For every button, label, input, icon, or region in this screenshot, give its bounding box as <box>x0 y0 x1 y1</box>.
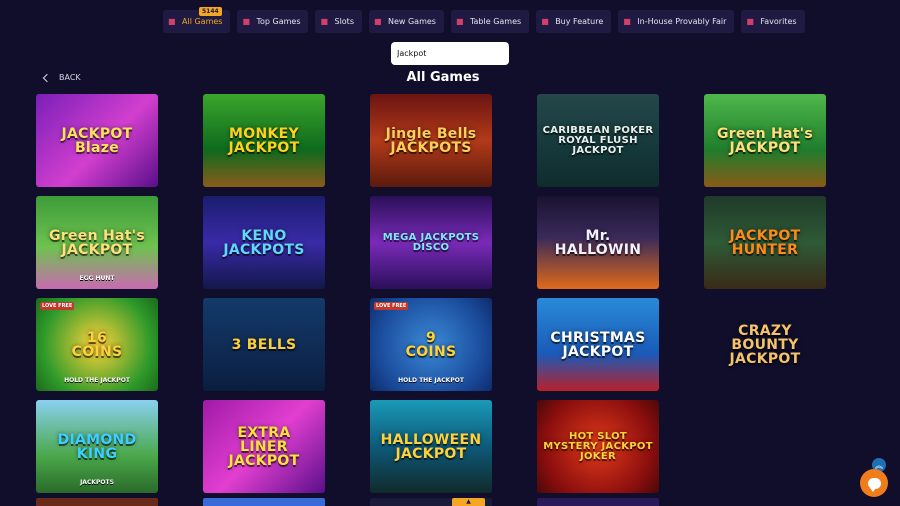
game-card[interactable]: DIAMOND KING JACKPOTS <box>36 400 158 493</box>
tab-slots[interactable]: ■ Slots <box>315 10 362 33</box>
game-title: CHRISTMAS JACKPOT <box>550 329 646 360</box>
trophy-icon: ■ <box>242 16 251 26</box>
game-card[interactable]: HALLOWEEN JACKPOT <box>370 400 492 493</box>
tab-label: Favorites <box>760 17 797 26</box>
promo-ribbon: LOVE FREE <box>40 302 75 310</box>
cards-icon: ■ <box>168 16 176 26</box>
game-title: EXTRA LINER JACKPOT <box>228 424 300 469</box>
page-title: All Games <box>406 70 480 85</box>
game-title: HALLOWEEN JACKPOT <box>380 431 482 462</box>
game-subtitle: HOLD THE JACKPOT <box>398 377 464 384</box>
tab-new-games[interactable]: ■ New Games <box>368 10 444 33</box>
game-card[interactable]: JACKPOT HUNTER <box>704 196 826 289</box>
tab-table-games[interactable]: ■ Table Games <box>450 10 530 33</box>
game-title: CRAZY BOUNTY JACKPOT <box>729 322 801 367</box>
tab-in-house-provably-fair[interactable]: ■ In-House Provably Fair <box>618 10 735 33</box>
game-card-partial[interactable] <box>36 498 158 506</box>
tab-favorites[interactable]: ■ Favorites <box>741 10 805 33</box>
tab-label: Buy Feature <box>555 17 604 26</box>
tab-all-games[interactable]: ■ All Games 5144 <box>163 7 231 33</box>
game-card[interactable]: MONKEY JACKPOT <box>203 94 325 187</box>
shield-icon: ■ <box>623 16 631 26</box>
game-card[interactable]: MEGA JACKPOTS DISCO <box>370 196 492 289</box>
games-grid: JACKPOT Blaze MONKEY JACKPOT Jingle Bells … <box>36 94 826 493</box>
count-badge: 5144 <box>199 7 222 16</box>
game-title: Mr. HALLOWIN <box>554 227 642 258</box>
tab-label: In-House Provably Fair <box>637 17 727 26</box>
search-input[interactable] <box>391 42 509 65</box>
game-card[interactable]: 3 BELLS <box>203 298 325 391</box>
game-title: 9 COINS <box>405 329 457 360</box>
tab-label: New Games <box>387 17 436 26</box>
cart-icon: ■ <box>541 16 549 26</box>
game-card[interactable]: HOT SLOT MYSTERY JACKPOT JOKER <box>537 400 659 493</box>
game-title: Green Hat's JACKPOT <box>48 227 145 258</box>
heart-icon: ■ <box>746 16 754 26</box>
scroll-tab-icon[interactable]: ▲ <box>452 498 485 506</box>
chat-bubble-icon <box>867 477 881 492</box>
game-title: Jingle Bells JACKPOTS <box>385 125 477 156</box>
game-card[interactable]: 16 COINS HOLD THE JACKPOT LOVE FREE <box>36 298 158 391</box>
game-title: DIAMOND KING <box>57 431 137 462</box>
game-title: MEGA JACKPOTS DISCO <box>382 231 480 253</box>
game-title: Green Hat's JACKPOT <box>716 125 813 156</box>
tab-top-games[interactable]: ■ Top Games <box>237 10 309 33</box>
game-card[interactable]: Mr. HALLOWIN <box>537 196 659 289</box>
game-subtitle: EGG HUNT <box>79 275 115 282</box>
game-card-partial[interactable] <box>704 498 826 506</box>
game-card[interactable]: Green Hat's JACKPOT <box>704 94 826 187</box>
category-tabs: ■ All Games 5144 ■ Top Games ■ Slots ■ New Games… <box>163 7 805 33</box>
cocktail-icon: ■ <box>373 16 382 26</box>
game-title: HOT SLOT MYSTERY JACKPOT JOKER <box>543 430 653 462</box>
games-grid-next-row <box>36 498 826 506</box>
game-title: 3 BELLS <box>231 336 297 353</box>
game-card[interactable]: JACKPOT Blaze <box>36 94 158 187</box>
game-title: 16 COINS <box>71 329 123 360</box>
promo-ribbon: LOVE FREE <box>374 302 409 310</box>
game-title: MONKEY JACKPOT <box>228 125 300 156</box>
live-chat-button[interactable] <box>860 469 888 497</box>
game-card[interactable]: EXTRA LINER JACKPOT <box>203 400 325 493</box>
game-card-partial[interactable] <box>537 498 659 506</box>
game-subtitle: HOLD THE JACKPOT <box>64 377 130 384</box>
game-subtitle: JACKPOTS <box>80 479 114 486</box>
slot-machine-icon: ■ <box>320 16 329 26</box>
tab-label: All Games <box>182 17 223 26</box>
game-title: KENO JACKPOTS <box>223 227 305 258</box>
game-card[interactable]: KENO JACKPOTS <box>203 196 325 289</box>
tab-label: Table Games <box>469 17 522 26</box>
dice-icon: ■ <box>455 16 464 26</box>
tab-label: Slots <box>334 17 354 26</box>
game-title: JACKPOT HUNTER <box>729 227 801 258</box>
tab-label: Top Games <box>256 17 301 26</box>
game-card[interactable]: Jingle Bells JACKPOTS <box>370 94 492 187</box>
game-card[interactable]: Green Hat's JACKPOT EGG HUNT <box>36 196 158 289</box>
game-card-partial[interactable] <box>203 498 325 506</box>
game-title: JACKPOT Blaze <box>61 125 133 156</box>
tab-buy-feature[interactable]: ■ Buy Feature <box>536 10 612 33</box>
game-card[interactable]: CHRISTMAS JACKPOT <box>537 298 659 391</box>
game-card[interactable]: 9 COINS HOLD THE JACKPOT LOVE FREE <box>370 298 492 391</box>
game-card[interactable]: CRAZY BOUNTY JACKPOT <box>704 298 826 391</box>
game-card[interactable]: CARIBBEAN POKER ROYAL FLUSH JACKPOT <box>537 94 659 187</box>
game-title: CARIBBEAN POKER ROYAL FLUSH JACKPOT <box>542 124 654 156</box>
